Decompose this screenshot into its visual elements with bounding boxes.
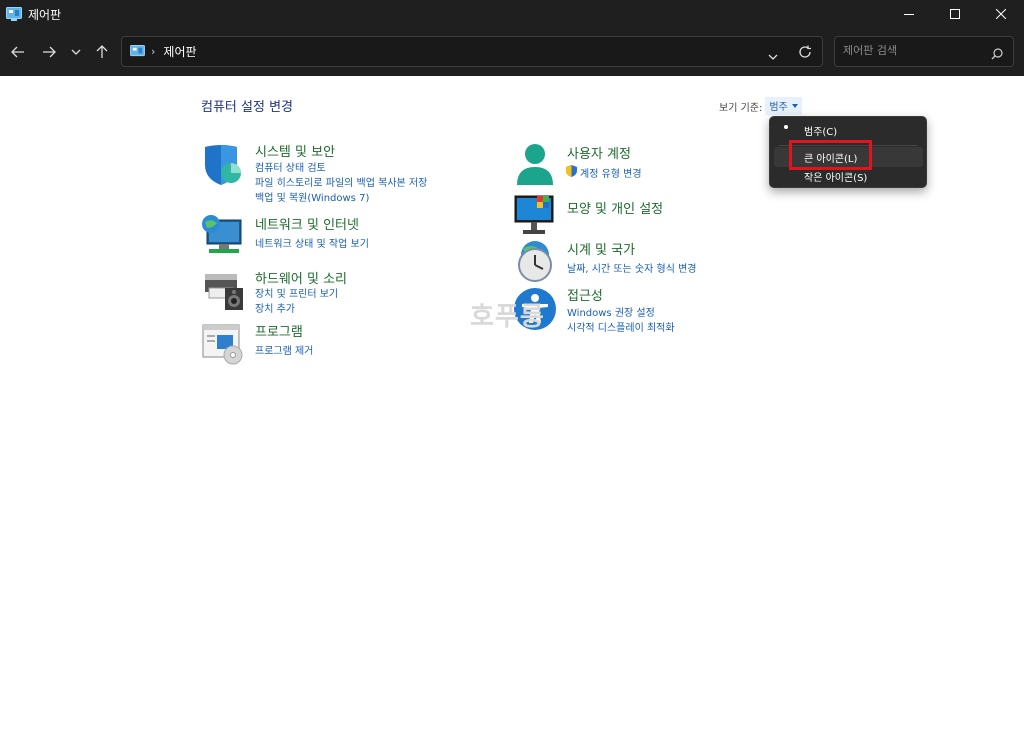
- category-accessibility: 접근성 Windows 권장 설정 시각적 디스플레이 최적화: [513, 285, 773, 334]
- maximize-button[interactable]: [932, 0, 978, 28]
- close-button[interactable]: [978, 0, 1024, 28]
- monitor-icon: [514, 195, 554, 234]
- printer-speaker-icon: [205, 274, 243, 310]
- navigation-bar: › 제어판: [0, 28, 1024, 76]
- network-globe-icon: [202, 215, 242, 253]
- refresh-button[interactable]: [798, 44, 812, 63]
- clock-globe-icon: [518, 241, 552, 282]
- link-optimize-display[interactable]: 시각적 디스플레이 최적화: [567, 319, 675, 334]
- control-panel-app-icon: [6, 7, 22, 21]
- link-review-computer-status[interactable]: 컴퓨터 상태 검토: [255, 159, 326, 174]
- control-panel-icon: [130, 45, 145, 57]
- view-by-label: 보기 기준:: [719, 102, 763, 114]
- maximize-icon: [950, 9, 960, 19]
- view-by-value: 범주: [769, 102, 788, 113]
- menu-item-label: 작은 아이콘(S): [804, 172, 868, 184]
- view-by: 보기 기준: 범주: [719, 97, 802, 115]
- shield-icon: [205, 145, 241, 185]
- category-appearance: 모양 및 개인 설정: [513, 194, 773, 238]
- category-title[interactable]: 접근성: [567, 285, 603, 304]
- category-title[interactable]: 시스템 및 보안: [255, 141, 335, 160]
- back-button[interactable]: [6, 40, 30, 64]
- breadcrumb-control-panel[interactable]: 제어판: [163, 43, 196, 60]
- search-icon: [991, 45, 1003, 64]
- address-history-dropdown[interactable]: [768, 45, 778, 64]
- arrow-up-icon: [96, 45, 108, 58]
- category-system-security: 시스템 및 보안 컴퓨터 상태 검토 파일 히스토리로 파일의 백업 복사본 저…: [201, 141, 471, 204]
- category-title[interactable]: 네트워크 및 인터넷: [255, 214, 359, 233]
- arrow-right-icon: [43, 46, 56, 58]
- up-button[interactable]: [90, 40, 114, 64]
- category-title[interactable]: 모양 및 개인 설정: [567, 198, 663, 217]
- link-file-history-backup[interactable]: 파일 히스토리로 파일의 백업 복사본 저장: [255, 174, 427, 189]
- view-by-dropdown[interactable]: 범주: [765, 97, 802, 115]
- link-backup-restore[interactable]: 백업 및 복원(Windows 7): [255, 189, 369, 204]
- category-title[interactable]: 사용자 계정: [567, 143, 631, 162]
- selected-bullet-icon: [784, 125, 788, 129]
- forward-button[interactable]: [37, 40, 61, 64]
- link-add-device[interactable]: 장치 추가: [255, 300, 295, 315]
- category-title[interactable]: 프로그램: [255, 321, 303, 340]
- page-title: 컴퓨터 설정 변경: [201, 100, 293, 115]
- link-network-status[interactable]: 네트워크 상태 및 작업 보기: [255, 235, 369, 250]
- link-uninstall-program[interactable]: 프로그램 제거: [255, 342, 313, 357]
- uac-shield-icon: [566, 165, 577, 177]
- title-bar: 제어판: [0, 0, 1024, 28]
- address-bar[interactable]: › 제어판: [121, 36, 823, 67]
- close-icon: [996, 9, 1006, 19]
- minimize-icon: [904, 14, 914, 15]
- user-icon: [517, 144, 553, 185]
- category-programs: 프로그램 프로그램 제거: [201, 321, 471, 365]
- arrow-left-icon: [11, 46, 24, 58]
- annotation-highlight-box: [789, 140, 872, 170]
- link-date-time-format[interactable]: 날짜, 시간 또는 숫자 형식 변경: [567, 260, 696, 275]
- caret-down-icon: [791, 103, 798, 108]
- link-devices-printers[interactable]: 장치 및 프린터 보기: [255, 285, 338, 300]
- category-clock-region: 시계 및 국가 날짜, 시간 또는 숫자 형식 변경: [513, 239, 773, 283]
- minimize-button[interactable]: [886, 0, 932, 28]
- menu-item-category[interactable]: 범주(C): [774, 120, 923, 140]
- chevron-down-icon: [768, 54, 778, 60]
- search-box[interactable]: [834, 36, 1014, 67]
- link-change-account-type[interactable]: 계정 유형 변경: [580, 165, 642, 180]
- menu-item-label: 범주(C): [804, 126, 838, 138]
- search-input[interactable]: [843, 44, 983, 57]
- programs-icon: [202, 324, 243, 365]
- breadcrumb-separator: ›: [151, 45, 156, 58]
- window-title: 제어판: [28, 7, 62, 22]
- watermark: 호푸릉: [470, 302, 545, 332]
- chevron-down-icon: [71, 49, 81, 55]
- link-windows-recommended[interactable]: Windows 권장 설정: [567, 304, 655, 319]
- category-hardware-sound: 하드웨어 및 소리 장치 및 프린터 보기 장치 추가: [201, 268, 471, 315]
- category-title[interactable]: 시계 및 국가: [567, 239, 635, 258]
- category-user-accounts: 사용자 계정 계정 유형 변경: [513, 143, 773, 187]
- refresh-icon: [799, 45, 811, 58]
- category-network-internet: 네트워크 및 인터넷 네트워크 상태 및 작업 보기: [201, 214, 471, 258]
- recent-locations-button[interactable]: [64, 40, 88, 64]
